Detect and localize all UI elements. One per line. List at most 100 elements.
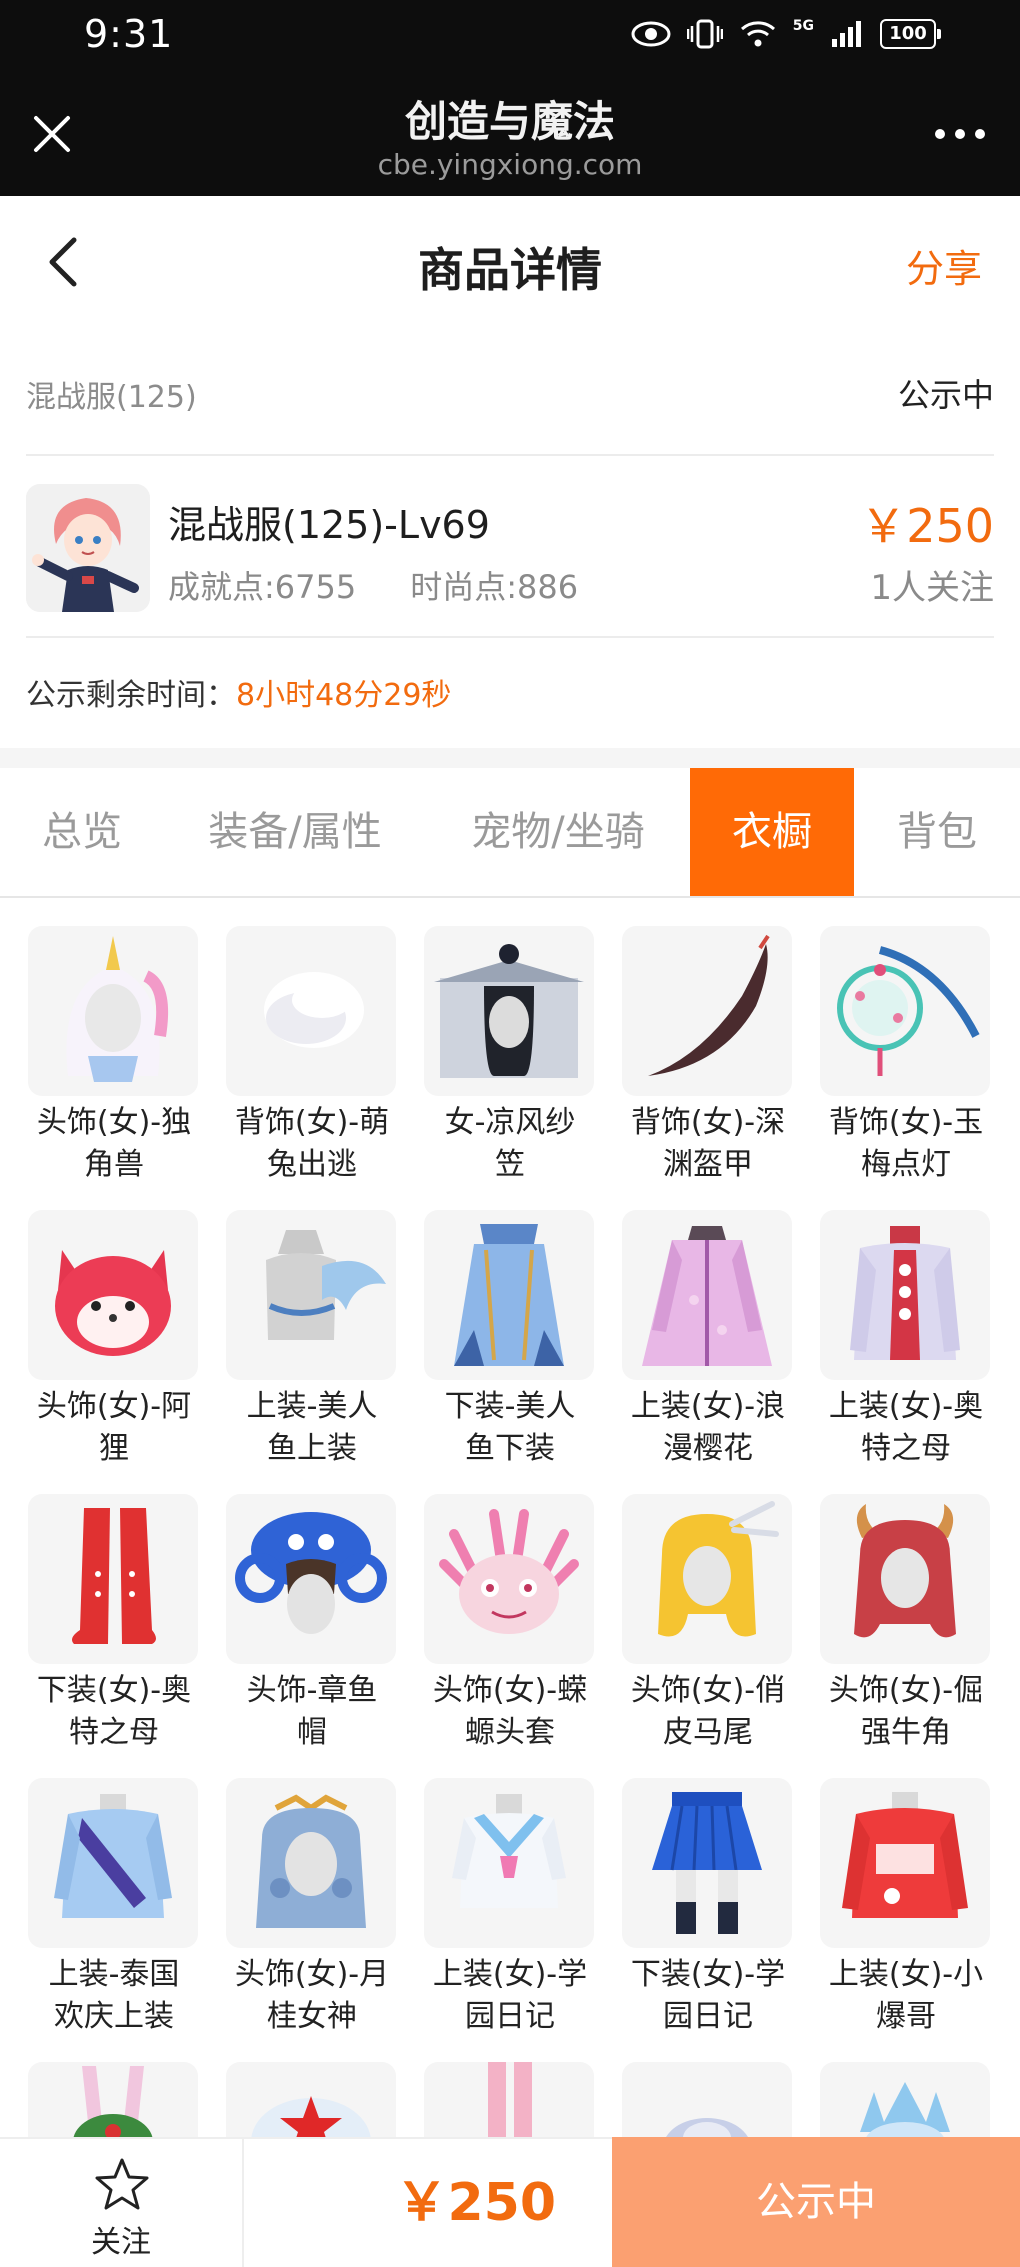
follow-label: 关注: [91, 2225, 151, 2260]
wardrobe-item[interactable]: 下装-美人 鱼下装: [424, 1210, 596, 1470]
wardrobe-item[interactable]: 上装(女)-学 园日记: [424, 1778, 596, 2038]
wardrobe-item[interactable]: 上装-泰国欢庆上装: [28, 1778, 200, 2038]
wardrobe-item[interactable]: 背饰(女)-深 渊盔甲: [622, 926, 794, 1186]
item-name-line1: 上装(女)-奥: [828, 1389, 984, 1424]
item-name-line1: 上装-美人: [246, 1389, 378, 1424]
wardrobe-item[interactable]: [424, 2062, 596, 2138]
wardrobe-item[interactable]: 头饰(女)-独 角兽: [28, 926, 200, 1186]
ultra-top-icon: [820, 1210, 990, 1380]
achievement-points: 成就点:6755: [168, 568, 357, 606]
wardrobe-item[interactable]: 头饰-章鱼帽: [226, 1494, 398, 1754]
wardrobe-item[interactable]: 背饰(女)-玉 梅点灯: [820, 926, 992, 1186]
sailor-top-icon: [424, 1778, 594, 1948]
item-name-line2: 梅点灯: [861, 1147, 951, 1182]
item-name-line2: 鱼下装: [465, 1431, 555, 1466]
clock: 9:31: [84, 12, 174, 56]
red-fox-mask-icon: [28, 1210, 198, 1380]
signal-icon: [832, 21, 861, 47]
server-name: 混战服(125): [26, 380, 197, 415]
red-boots-icon: [28, 1494, 198, 1664]
wardrobe-item[interactable]: 上装(女)-浪 漫樱花: [622, 1210, 794, 1470]
vibrate-icon: [686, 19, 723, 49]
item-name-line1: 上装(女)-浪: [630, 1389, 786, 1424]
wardrobe-item[interactable]: [28, 2062, 200, 2138]
wardrobe-item[interactable]: 女-凉风纱笠: [424, 926, 596, 1186]
battery-icon: 100: [880, 19, 941, 49]
eye-icon: [631, 21, 671, 47]
item-name-line2: 兔出逃: [267, 1147, 357, 1182]
wardrobe-item[interactable]: 头饰(女)-蝾 螈头套: [424, 1494, 596, 1754]
status-bar: 9:31 5G 100: [0, 0, 1020, 72]
ice-crown-icon: [820, 2062, 990, 2138]
tab-backpack[interactable]: 背包: [854, 768, 1020, 896]
page-header: 商品详情 分享: [0, 196, 1020, 330]
item-name-line1: 头饰(女)-蝾: [432, 1673, 588, 1708]
item-name-line2: 强牛角: [861, 1715, 951, 1750]
wardrobe-item[interactable]: [820, 2062, 992, 2138]
section-divider: [0, 748, 1020, 768]
wardrobe-item[interactable]: 头饰(女)-俏 皮马尾: [622, 1494, 794, 1754]
item-name-line2: 渊盔甲: [663, 1147, 753, 1182]
tab-wardrobe[interactable]: 衣橱: [690, 768, 854, 896]
moon-goddess-icon: [226, 1778, 396, 1948]
tab-overview[interactable]: 总览: [0, 768, 164, 896]
countdown-value: 8小时48分29秒: [236, 678, 452, 713]
tab-pets-mounts[interactable]: 宠物/坐骑: [426, 768, 690, 896]
wardrobe-item[interactable]: 上装-美人鱼上装: [226, 1210, 398, 1470]
wardrobe-item[interactable]: 上装(女)-奥 特之母: [820, 1210, 992, 1470]
item-name-line1: 上装(女)-小: [828, 1957, 984, 1992]
browser-title: 创造与魔法: [404, 97, 615, 146]
character-avatar: [26, 484, 150, 612]
wardrobe-item[interactable]: [226, 2062, 398, 2138]
lantern-icon: [820, 926, 990, 1096]
horned-hair-icon: [820, 1494, 990, 1664]
item-name-line2: 欢庆上装: [54, 1999, 174, 2034]
wardrobe-item[interactable]: 下装(女)-学 园日记: [622, 1778, 794, 2038]
publicity-status-button[interactable]: 公示中: [612, 2137, 1020, 2267]
red-hoodie-icon: [820, 1778, 990, 1948]
star-outline-icon: [95, 2158, 149, 2210]
item-name-line2: 漫樱花: [663, 1431, 753, 1466]
wardrobe-item[interactable]: [622, 2062, 794, 2138]
bottom-price: ￥250: [244, 2137, 612, 2267]
wardrobe-item[interactable]: 背饰(女)-萌 兔出逃: [226, 926, 398, 1186]
mermaid-top-icon: [226, 1210, 396, 1380]
item-name-line2: 角兽: [84, 1147, 144, 1182]
tab-equipment[interactable]: 装备/属性: [164, 768, 426, 896]
fashion-points: 时尚点:886: [410, 568, 579, 606]
axolotl-hood-icon: [424, 1494, 594, 1664]
white-fluff-icon: [226, 926, 396, 1096]
item-name-line1: 上装(女)-学: [432, 1957, 588, 1992]
item-name-line2: 园日记: [465, 1999, 555, 2034]
more-icon[interactable]: [930, 114, 990, 154]
item-name-line1: 头饰(女)-阿: [36, 1389, 192, 1424]
item-name-line1: 下装(女)-学: [630, 1957, 786, 1992]
wardrobe-item[interactable]: 头饰(女)-月 桂女神: [226, 1778, 398, 2038]
item-name-line1: 背饰(女)-萌: [234, 1105, 390, 1140]
star-cap-icon: [226, 2062, 396, 2138]
battery-level: 100: [889, 23, 927, 44]
item-name-line2: 特之母: [861, 1431, 951, 1466]
listing-status: 公示中: [897, 376, 994, 414]
item-name-line2: 园日记: [663, 1999, 753, 2034]
wardrobe-item[interactable]: 上装(女)-小 爆哥: [820, 1778, 992, 2038]
network-label: 5G: [792, 18, 814, 34]
item-name-line1: 头饰(女)-月: [234, 1957, 390, 1992]
item-name-line2: 螈头套: [465, 1715, 555, 1750]
product-card[interactable]: 混战服(125)-Lv69 成就点:6755 时尚点:886 ￥250 1人关注: [26, 456, 994, 638]
silver-hair-icon: [622, 2062, 792, 2138]
wardrobe-item[interactable]: 头饰(女)-阿狸: [28, 1210, 200, 1470]
share-button[interactable]: 分享: [906, 238, 982, 293]
item-name-line2: 特之母: [69, 1715, 159, 1750]
wardrobe-item[interactable]: 下装(女)-奥 特之母: [28, 1494, 200, 1754]
follow-button[interactable]: 关注: [0, 2137, 244, 2267]
item-name-line2: 鱼上装: [267, 1431, 357, 1466]
wardrobe-item[interactable]: 头饰(女)-倔 强牛角: [820, 1494, 992, 1754]
tab-bar: 总览 装备/属性 宠物/坐骑 衣橱 背包: [0, 768, 1020, 898]
item-name-line2: 皮马尾: [663, 1715, 753, 1750]
item-name-line1: 上装-泰国: [48, 1957, 180, 1992]
item-name-line2: 爆哥: [876, 1999, 936, 2034]
sakura-dress-icon: [622, 1210, 792, 1380]
page-title: 商品详情: [418, 243, 602, 297]
item-name-line1: 头饰(女)-俏: [630, 1673, 786, 1708]
